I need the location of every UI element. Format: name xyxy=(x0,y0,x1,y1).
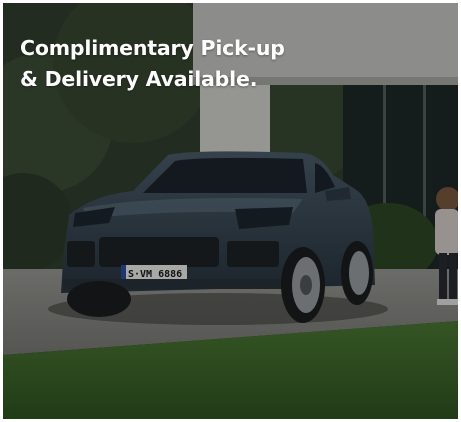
headline-line-2: & Delivery Available. xyxy=(20,67,258,91)
headline-line-1: Complimentary Pick-up xyxy=(20,36,285,60)
promo-banner[interactable]: S·VM 6886 Complimentary Pick-up & Delive… xyxy=(3,3,458,419)
promo-headline: Complimentary Pick-up & Delivery Availab… xyxy=(20,33,285,95)
license-plate-text: S·VM 6886 xyxy=(128,269,182,280)
